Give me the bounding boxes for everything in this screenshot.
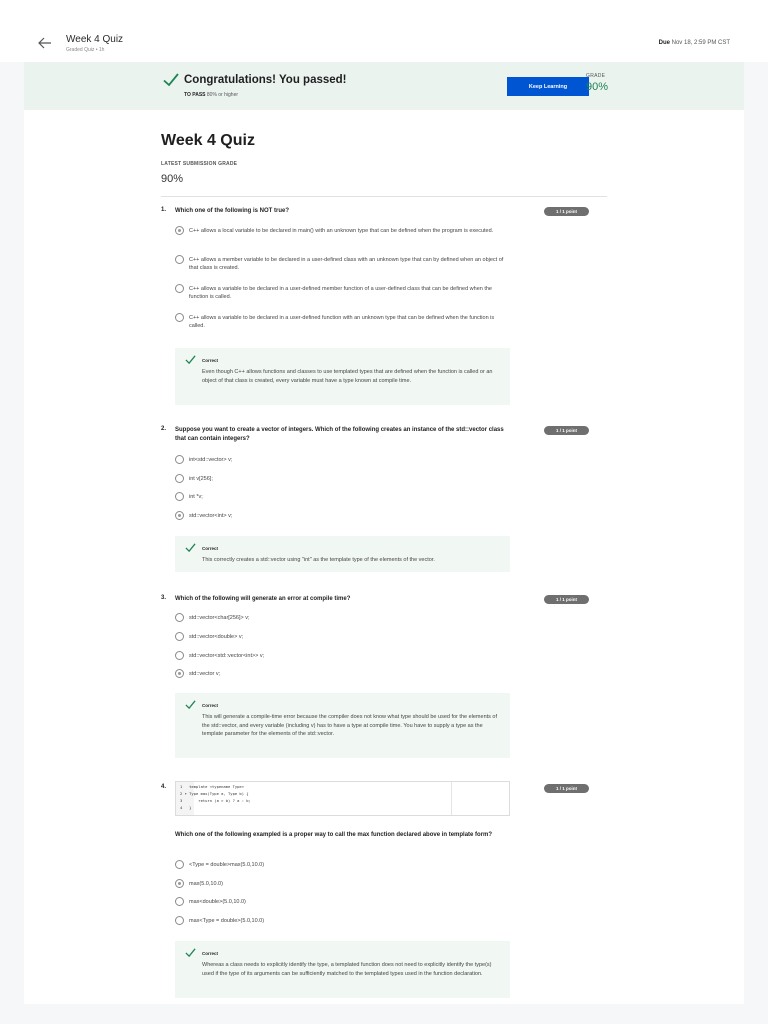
code-line: 1 template <typename Type>: [180, 784, 245, 789]
check-icon: [163, 73, 179, 87]
feedback-label: Correct: [202, 703, 219, 708]
point-badge: 1 / 1 point: [544, 207, 589, 216]
passed-banner: Congratulations! You passed! TO PASS 80%…: [24, 62, 744, 110]
due-date: Due Nov 18, 2:59 PM CST: [659, 40, 730, 46]
point-badge: 1 / 1 point: [544, 784, 589, 793]
point-badge: 1 / 1 point: [544, 595, 589, 604]
radio-selected-icon[interactable]: [175, 669, 184, 678]
question-number: 4.: [161, 784, 167, 790]
radio-icon[interactable]: [175, 651, 184, 660]
code-divider: [451, 782, 452, 815]
question-text: Which one of the following is NOT true?: [175, 208, 289, 214]
option-text: std::vector<std::vector<int>> v;: [189, 653, 265, 659]
code-line: 2 ▾ Type max(Type a, Type b) {: [180, 791, 249, 796]
radio-icon[interactable]: [175, 492, 184, 501]
feedback-text: Even though C++ allows functions and cla…: [202, 369, 493, 384]
option-text: std::vector<double> v;: [189, 634, 244, 640]
due-label: Due: [658, 40, 670, 46]
back-arrow-icon[interactable]: [36, 34, 54, 52]
question-text: Suppose you want to create a vector of i…: [175, 427, 504, 442]
radio-selected-icon[interactable]: [175, 511, 184, 520]
option-text: <Type = double>max(5.0,10.0): [189, 862, 265, 868]
option-text: std::vector v;: [189, 671, 221, 677]
course-item-title: Week 4 Quiz: [66, 34, 124, 45]
latest-grade-value: 90%: [161, 173, 184, 185]
question-number: 2.: [161, 426, 167, 432]
radio-icon[interactable]: [175, 255, 184, 264]
feedback-text: This correctly creates a std::vector usi…: [202, 557, 435, 563]
radio-icon[interactable]: [175, 474, 184, 483]
feedback-box: Correct This will generate a compile-tim…: [175, 693, 510, 758]
option-text: max<double>(5.0,10.0): [189, 899, 246, 905]
grade-value: 90%: [586, 81, 609, 93]
radio-selected-icon[interactable]: [175, 879, 184, 888]
option-text: C++ allows a member variable to be decla…: [189, 257, 504, 272]
radio-selected-icon[interactable]: [175, 226, 184, 235]
radio-icon[interactable]: [175, 632, 184, 641]
code-block: 1 template <typename Type> 2 ▾ Type max(…: [175, 781, 510, 816]
option-text: max<Type = double>(5.0,10.0): [189, 918, 265, 924]
check-icon: [185, 355, 196, 365]
question-number: 3.: [161, 595, 167, 601]
radio-icon[interactable]: [175, 897, 184, 906]
option-text: int<std::vector> v;: [189, 457, 233, 463]
grade-label: GRADE: [586, 73, 606, 79]
pass-requirement: TO PASS 80% or higher: [184, 92, 238, 98]
code-line: 4 }: [180, 805, 192, 810]
quiz-title: Week 4 Quiz: [161, 132, 255, 149]
question-text: Which one of the following exampled is a…: [175, 832, 493, 838]
radio-icon[interactable]: [175, 284, 184, 293]
option-text: C++ allows a variable to be declared in …: [189, 315, 495, 330]
feedback-box: Correct Even though C++ allows functions…: [175, 348, 510, 405]
feedback-box: Correct Whereas a class needs to explici…: [175, 941, 510, 998]
radio-icon[interactable]: [175, 613, 184, 622]
option-text: C++ allows a local variable to be declar…: [189, 228, 494, 234]
due-value: Nov 18, 2:59 PM CST: [671, 40, 730, 46]
latest-grade-label: LATEST SUBMISSION GRADE: [161, 161, 238, 167]
code-line: 3 return (a > b) ? a : b;: [180, 798, 251, 803]
point-badge: 1 / 1 point: [544, 426, 589, 435]
check-icon: [185, 948, 196, 958]
radio-icon[interactable]: [175, 455, 184, 464]
divider: [161, 196, 607, 197]
feedback-label: Correct: [202, 951, 219, 956]
feedback-text: Whereas a class needs to explicitly iden…: [202, 962, 492, 977]
option-text: int *v;: [189, 494, 203, 500]
question-text: Which of the following will generate an …: [175, 596, 351, 602]
passed-title: Congratulations! You passed!: [184, 74, 347, 86]
radio-icon[interactable]: [175, 313, 184, 322]
option-text: max(5.0,10.0): [189, 881, 223, 887]
feedback-label: Correct: [202, 358, 219, 363]
feedback-label: Correct: [202, 546, 219, 551]
feedback-box: Correct This correctly creates a std::ve…: [175, 536, 510, 572]
question-number: 1.: [161, 207, 167, 213]
to-pass-label: TO PASS: [184, 92, 206, 98]
radio-icon[interactable]: [175, 860, 184, 869]
feedback-text: This will generate a compile-time error …: [202, 714, 498, 738]
course-item-subtitle: Graded Quiz • 1h: [66, 47, 105, 53]
top-bar: Week 4 Quiz Graded Quiz • 1h Due Nov 18,…: [0, 0, 768, 62]
option-text: int v[256];: [189, 476, 213, 482]
option-text: C++ allows a variable to be declared in …: [189, 286, 492, 301]
keep-learning-button[interactable]: Keep Learning: [507, 77, 589, 96]
to-pass-value: 80% or higher: [206, 92, 239, 98]
radio-icon[interactable]: [175, 916, 184, 925]
check-icon: [185, 700, 196, 710]
check-icon: [185, 543, 196, 553]
option-text: std::vector<int> v;: [189, 513, 233, 519]
option-text: std::vector<char[256]> v;: [189, 615, 250, 621]
